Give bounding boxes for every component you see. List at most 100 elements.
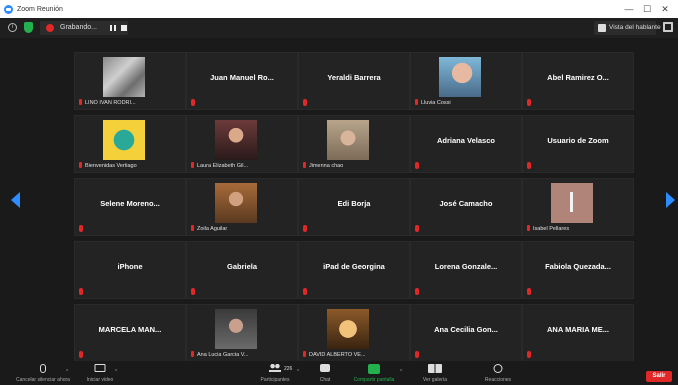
reactions-label: Reacciones	[484, 377, 512, 383]
participant-tile[interactable]: José Camacho	[410, 178, 522, 236]
participant-name: iPad de Georgina	[323, 262, 385, 271]
participant-video	[215, 309, 257, 349]
minimize-button[interactable]: —	[622, 2, 636, 16]
reactions-icon	[493, 364, 503, 373]
muted-mic-icon	[303, 288, 307, 295]
muted-mic-icon	[303, 351, 306, 357]
muted-mic-icon	[79, 288, 83, 295]
pause-recording-icon[interactable]	[110, 25, 116, 31]
participant-tile[interactable]: Fabiola Quezada...	[522, 241, 634, 299]
audio-options-caret-icon[interactable]: ^	[66, 369, 68, 375]
participant-video	[327, 309, 369, 349]
participant-caption: Zoila Aguilar	[191, 225, 227, 232]
participant-tile[interactable]: Bienvenidas Vertiago	[74, 115, 186, 173]
participant-name: Lorena Gonzale...	[434, 262, 498, 271]
participant-caption: Laura Elizabeth Gil...	[191, 162, 248, 169]
participant-tile[interactable]: Ana Cecilia Gon...	[410, 304, 522, 362]
reactions-button[interactable]: Reacciones	[480, 361, 516, 385]
participant-video	[327, 120, 369, 160]
muted-mic-icon	[79, 225, 83, 232]
gallery-view-button[interactable]: Ver galería	[410, 361, 460, 385]
participants-count: 226	[284, 366, 293, 372]
participant-caption: LINO IVAN RODRI...	[79, 99, 136, 106]
participant-tile[interactable]: Zoila Aguilar	[186, 178, 298, 236]
participant-name: Abel Ramirez O...	[547, 73, 609, 82]
participant-video	[215, 120, 257, 160]
participant-tile[interactable]: DAVID ALBERTO VE...	[298, 304, 410, 362]
meeting-info-icon[interactable]: i	[8, 23, 17, 32]
leave-meeting-button[interactable]: Salir	[646, 371, 672, 382]
participant-tile[interactable]: Selene Moreno...	[74, 178, 186, 236]
gallery-view-label: Ver galería	[422, 377, 448, 383]
share-screen-button[interactable]: Compartir pantalla	[350, 361, 398, 385]
share-options-caret-icon[interactable]: ^	[400, 369, 402, 375]
participant-tile[interactable]: Adriana Velasco	[410, 115, 522, 173]
participant-name: Yeraldi Barrera	[327, 73, 381, 82]
participant-name: LINO IVAN RODRI...	[85, 100, 136, 106]
chat-button[interactable]: Chat	[313, 361, 337, 385]
muted-mic-icon	[527, 225, 530, 231]
participant-video	[103, 120, 145, 160]
participant-tile[interactable]: Gabriela	[186, 241, 298, 299]
participant-name: Adriana Velasco	[437, 136, 495, 145]
participant-caption: Isabel Pellares	[527, 225, 569, 232]
next-page-arrow-icon[interactable]	[666, 192, 675, 208]
participant-name: Selene Moreno...	[100, 199, 160, 208]
participant-tile[interactable]: Ana Lucia Garcia V...	[186, 304, 298, 362]
participant-name: Laura Elizabeth Gil...	[197, 163, 249, 169]
unmute-button[interactable]: Cancelar silenciar ahora	[16, 361, 70, 385]
recording-indicator: Grabando...	[40, 21, 128, 35]
participant-tile[interactable]: Usuario de Zoom	[522, 115, 634, 173]
speaker-view-icon	[598, 24, 606, 32]
start-video-label: Iniciar video	[86, 377, 114, 383]
security-shield-icon[interactable]	[24, 22, 33, 33]
participant-tile[interactable]: Jimenna chao	[298, 115, 410, 173]
participant-tile[interactable]: Isabel Pellares	[522, 178, 634, 236]
muted-mic-icon	[191, 225, 194, 231]
muted-mic-icon	[527, 288, 531, 295]
speaker-view-button[interactable]: Vista del hablante	[594, 21, 661, 35]
meeting-toolbar: Cancelar silenciar ahora ^ Iniciar video…	[0, 361, 678, 385]
unmute-label: Cancelar silenciar ahora	[16, 377, 70, 383]
zoom-app-icon	[4, 4, 13, 14]
participant-tile[interactable]: Lorena Gonzale...	[410, 241, 522, 299]
gallery-view-icon	[428, 364, 442, 373]
participant-name: Usuario de Zoom	[547, 136, 609, 145]
muted-mic-icon	[79, 351, 83, 358]
participant-tile[interactable]: Juan Manuel Ro...	[186, 52, 298, 110]
participant-tile[interactable]: Yeraldi Barrera	[298, 52, 410, 110]
muted-mic-icon	[79, 162, 82, 168]
start-video-button[interactable]: Iniciar video	[80, 361, 120, 385]
participant-tile[interactable]: Edi Borja	[298, 178, 410, 236]
participant-name: iPhone	[117, 262, 143, 271]
participants-caret-icon[interactable]: ^	[297, 369, 299, 375]
participant-tile[interactable]: ANA MARIA ME...	[522, 304, 634, 362]
participant-tile[interactable]: Lluvia Cossi	[410, 52, 522, 110]
muted-mic-icon	[303, 162, 306, 168]
participant-tile[interactable]: Abel Ramirez O...	[522, 52, 634, 110]
share-screen-label: Compartir pantalla	[353, 377, 395, 383]
muted-mic-icon	[415, 99, 418, 105]
participant-tile[interactable]: LINO IVAN RODRI...	[74, 52, 186, 110]
participant-tile[interactable]: Laura Elizabeth Gil...	[186, 115, 298, 173]
video-options-caret-icon[interactable]: ^	[115, 369, 117, 375]
muted-mic-icon	[79, 99, 82, 105]
participant-name: Lluvia Cossi	[421, 100, 451, 106]
fullscreen-icon[interactable]	[663, 22, 673, 32]
participant-video	[439, 57, 481, 97]
stop-recording-icon[interactable]	[121, 25, 127, 31]
close-button[interactable]: ✕	[658, 2, 672, 16]
participant-tile[interactable]: iPhone	[74, 241, 186, 299]
previous-page-arrow-icon[interactable]	[11, 192, 20, 208]
participant-tile[interactable]: MARCELA MAN...	[74, 304, 186, 362]
participant-name: José Camacho	[439, 199, 493, 208]
participants-button[interactable]: Participantes	[255, 361, 295, 385]
maximize-button[interactable]: ☐	[640, 2, 654, 16]
participant-name: Jimenna chao	[309, 163, 344, 169]
speaker-view-label: Vista del hablante	[609, 24, 661, 31]
participant-name: Bienvenidas Vertiago	[85, 163, 137, 169]
muted-mic-icon	[415, 288, 419, 295]
recording-label: Grabando...	[60, 24, 97, 31]
participant-tile[interactable]: iPad de Georgina	[298, 241, 410, 299]
participant-caption: Lluvia Cossi	[415, 99, 451, 106]
